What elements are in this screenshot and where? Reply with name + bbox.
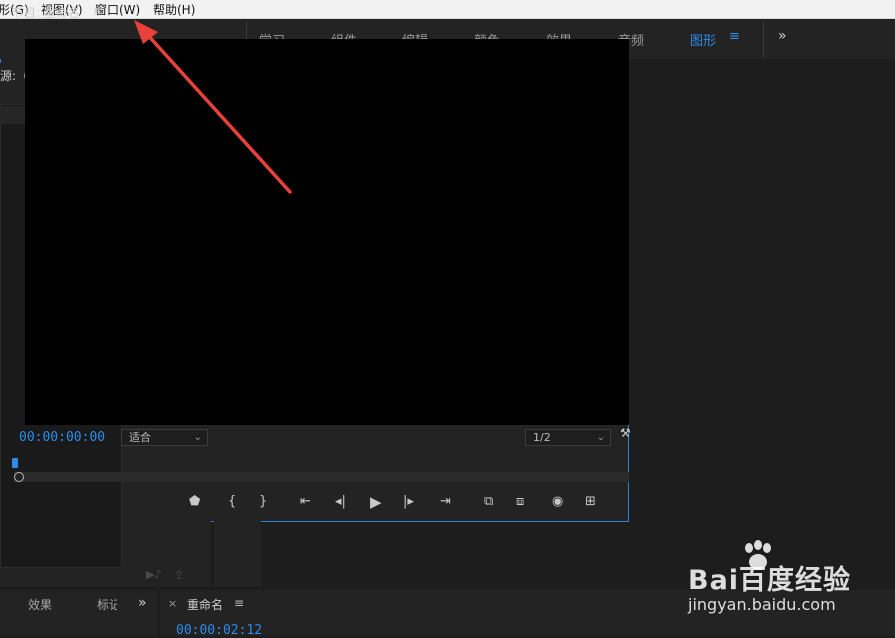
watermark-brand: Bai百度经验 [688, 565, 852, 596]
baidu-watermark: Bai百度经验 jingyan.baidu.com [688, 540, 888, 620]
watermark-url: jingyan.baidu.com [688, 595, 836, 614]
